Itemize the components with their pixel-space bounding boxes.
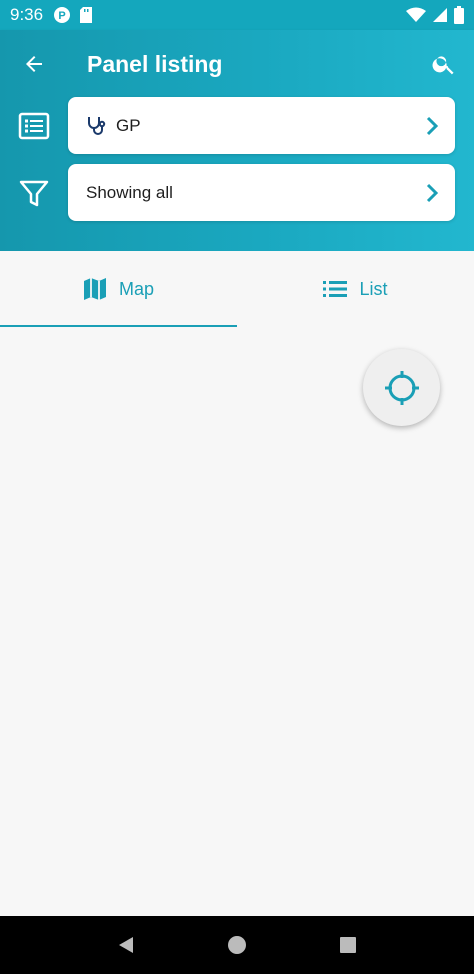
- nav-back-icon[interactable]: [116, 935, 136, 955]
- filter-label: Showing all: [86, 182, 173, 202]
- panel-list-icon: [16, 108, 52, 144]
- back-button[interactable]: [18, 48, 50, 80]
- nav-home-icon[interactable]: [227, 935, 247, 955]
- tab-map[interactable]: Map: [0, 251, 237, 328]
- system-nav-bar: [0, 916, 474, 974]
- battery-icon: [454, 6, 464, 24]
- crosshair-icon: [384, 370, 419, 405]
- cell-signal-icon: [433, 8, 447, 22]
- page-title: Panel listing: [87, 51, 223, 77]
- tab-list-label: List: [359, 278, 388, 299]
- stethoscope-icon: [88, 116, 106, 135]
- tab-list[interactable]: List: [237, 251, 474, 327]
- tab-map-label: Map: [118, 278, 154, 299]
- map-icon: [83, 278, 106, 300]
- list-box-icon: [18, 112, 50, 140]
- svg-text:P: P: [58, 10, 65, 22]
- panel-type-selector[interactable]: GP: [68, 97, 455, 154]
- chevron-right-icon: [425, 183, 439, 203]
- app-notification-icon: P: [54, 7, 71, 23]
- panel-type-label: GP: [116, 115, 141, 135]
- arrow-back-icon: [26, 56, 42, 72]
- filter-icon: [19, 180, 49, 207]
- search-button[interactable]: [428, 48, 460, 80]
- filter-selector[interactable]: Showing all: [68, 164, 455, 221]
- status-time: 9:36: [10, 5, 44, 24]
- filter-icon-wrap: [16, 176, 52, 212]
- view-tabs: Map List: [0, 251, 474, 328]
- app-header: Panel listing GP Showing all: [0, 30, 474, 251]
- wifi-icon: [406, 7, 426, 22]
- sd-card-icon: [80, 7, 93, 23]
- search-icon: [432, 56, 454, 75]
- nav-recents-icon[interactable]: [338, 935, 358, 955]
- list-icon: [323, 281, 348, 297]
- my-location-button[interactable]: [363, 349, 440, 426]
- chevron-right-icon: [425, 116, 439, 136]
- status-bar: 9:36 P: [0, 0, 474, 30]
